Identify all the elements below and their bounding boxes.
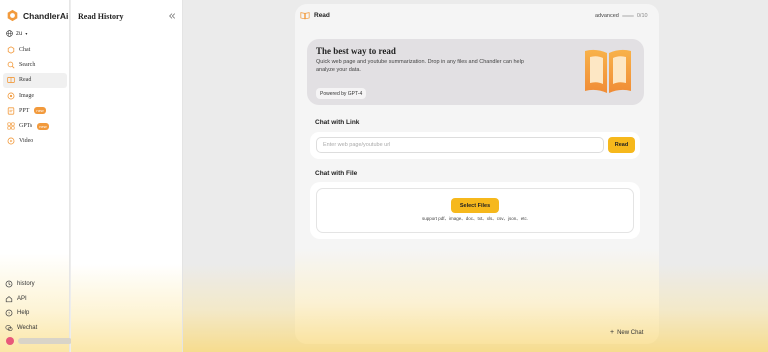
left-nav: ChandlerAi zu ▾ Chat Search Read Image P… bbox=[0, 0, 72, 352]
nav-history[interactable]: history bbox=[5, 277, 65, 292]
user-account[interactable] bbox=[6, 337, 72, 345]
nav-item-chat[interactable]: Chat bbox=[3, 42, 67, 57]
chevron-down-icon: ▾ bbox=[25, 31, 28, 36]
brand[interactable]: ChandlerAi bbox=[6, 9, 68, 22]
page-title: Read bbox=[314, 12, 330, 19]
plus-icon: + bbox=[610, 329, 615, 336]
nav-item-label: Image bbox=[19, 92, 34, 99]
book-icon bbox=[7, 77, 15, 84]
nav-item-search[interactable]: Search bbox=[3, 57, 67, 72]
nav-item-label: Video bbox=[19, 138, 34, 145]
file-section-title: Chat with File bbox=[315, 170, 358, 177]
hero-title: The best way to read bbox=[316, 46, 396, 56]
image-icon bbox=[7, 92, 15, 99]
video-icon bbox=[7, 137, 15, 145]
supported-formats: support pdf、image、doc、txt、xls、csv、json、e… bbox=[421, 216, 529, 221]
nav-item-label: Read bbox=[19, 77, 32, 84]
nav-list: Chat Search Read Image PPT new GPTs new … bbox=[3, 42, 67, 149]
url-input[interactable] bbox=[316, 137, 604, 153]
new-chat-button[interactable]: + New Chat bbox=[610, 329, 643, 336]
nav-help-label: Help bbox=[17, 310, 30, 317]
avatar bbox=[6, 337, 14, 345]
nav-item-video[interactable]: Video bbox=[3, 134, 67, 149]
nav-history-label: history bbox=[17, 281, 35, 288]
book-icon bbox=[300, 12, 310, 20]
nav-item-gpts[interactable]: GPTs new bbox=[3, 118, 67, 133]
nav-item-label: Search bbox=[19, 61, 36, 68]
usage-count: 0/10 bbox=[636, 13, 648, 19]
link-section-title: Chat with Link bbox=[315, 119, 360, 126]
chat-icon bbox=[7, 45, 15, 54]
mode-switch-track[interactable] bbox=[621, 15, 634, 17]
nav-bottom: history API ? Help Wechat bbox=[5, 277, 65, 335]
globe-icon bbox=[6, 30, 13, 37]
nav-api-label: API bbox=[17, 295, 27, 302]
wechat-icon bbox=[5, 324, 13, 331]
ppt-icon bbox=[7, 107, 15, 115]
history-icon bbox=[5, 280, 13, 288]
svg-text:?: ? bbox=[8, 311, 11, 316]
nav-wechat[interactable]: Wechat bbox=[5, 321, 65, 336]
nav-item-label: PPT bbox=[19, 107, 30, 114]
new-badge: new bbox=[37, 122, 49, 130]
help-icon: ? bbox=[5, 309, 13, 317]
mode-label: advanced bbox=[595, 13, 619, 19]
chandler-logo-icon bbox=[7, 9, 18, 22]
user-name-redacted bbox=[18, 338, 72, 344]
nav-wechat-label: Wechat bbox=[17, 324, 38, 331]
language-label: zu bbox=[16, 30, 23, 37]
book-illustration-icon bbox=[585, 49, 631, 93]
read-history-panel: Read History bbox=[71, 0, 183, 352]
new-badge: new bbox=[34, 107, 46, 115]
language-selector[interactable]: zu ▾ bbox=[6, 30, 27, 37]
nav-api[interactable]: API bbox=[5, 292, 65, 307]
collapse-panel-icon[interactable] bbox=[168, 12, 176, 20]
hero-description: Quick web page and youtube summarization… bbox=[316, 59, 524, 73]
select-files-button[interactable]: Select Files bbox=[451, 198, 499, 213]
mode-toggle[interactable]: advanced 0/10 bbox=[595, 13, 648, 19]
nav-item-label: Chat bbox=[19, 46, 31, 53]
read-button[interactable]: Read bbox=[608, 137, 635, 153]
search-icon bbox=[7, 61, 15, 69]
nav-item-read[interactable]: Read bbox=[3, 72, 67, 88]
nav-item-image[interactable]: Image bbox=[3, 88, 67, 103]
brand-name: ChandlerAi bbox=[23, 10, 69, 21]
nav-item-ppt[interactable]: PPT new bbox=[3, 103, 67, 118]
gpts-icon bbox=[7, 122, 15, 130]
nav-item-label: GPTs bbox=[19, 123, 33, 130]
nav-help[interactable]: ? Help bbox=[5, 306, 65, 321]
api-icon bbox=[5, 295, 13, 302]
powered-by-chip: Powered by GPT-4 bbox=[316, 88, 367, 99]
history-title: Read History bbox=[78, 12, 124, 21]
new-chat-label: New Chat bbox=[617, 329, 644, 336]
